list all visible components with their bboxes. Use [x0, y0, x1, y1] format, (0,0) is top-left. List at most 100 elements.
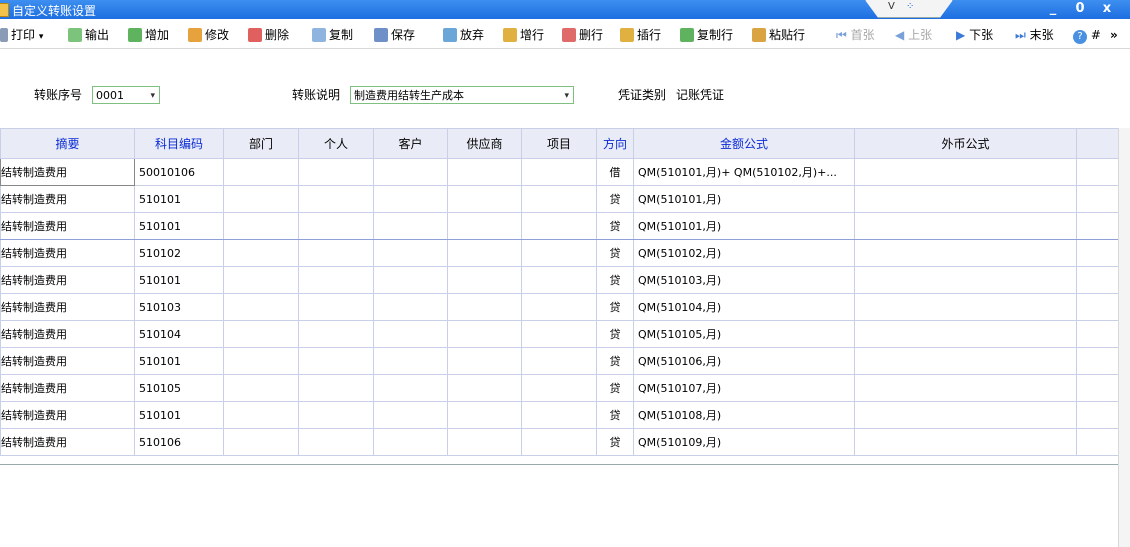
chevron-down-icon[interactable]: ▾	[150, 87, 155, 105]
table-row[interactable]: 结转制造费用 510101 贷 QM(510101,月)	[0, 185, 1119, 213]
cell-project[interactable]	[521, 158, 597, 186]
col-direction[interactable]: 方向	[596, 128, 634, 159]
add-row-button[interactable]: 增行	[503, 26, 544, 44]
cell-amount-formula[interactable]: QM(510104,月)	[633, 293, 855, 321]
cell-amount-formula[interactable]: QM(510103,月)	[633, 266, 855, 294]
table-row[interactable]: 结转制造费用 510101 贷 QM(510103,月)	[0, 266, 1119, 294]
cell-foreign-formula[interactable]	[854, 158, 1077, 186]
cell-customer[interactable]	[373, 239, 448, 267]
cell-amount-formula[interactable]: QM(510101,月)	[633, 212, 855, 240]
cell-project[interactable]	[521, 320, 597, 348]
cell-person[interactable]	[298, 158, 374, 186]
table-row[interactable]: 结转制造费用 510102 贷 QM(510102,月)	[0, 239, 1119, 267]
cell-account-code[interactable]: 510105	[134, 374, 224, 402]
cell-supplier[interactable]	[447, 428, 522, 456]
cell-summary[interactable]: 结转制造费用	[0, 158, 135, 186]
cell-direction[interactable]: 借	[596, 158, 634, 186]
cell-extra[interactable]	[1076, 374, 1119, 402]
cell-extra[interactable]	[1076, 158, 1119, 186]
cell-foreign-formula[interactable]	[854, 185, 1077, 213]
close-button[interactable]: x	[1098, 1, 1116, 16]
cell-summary[interactable]: 结转制造费用	[0, 239, 135, 267]
table-row[interactable]: 结转制造费用 510101 贷 QM(510106,月)	[0, 347, 1119, 375]
delete-button[interactable]: 删除	[248, 26, 289, 44]
cell-direction[interactable]: 贷	[596, 320, 634, 348]
cell-customer[interactable]	[373, 266, 448, 294]
cell-account-code[interactable]: 510104	[134, 320, 224, 348]
cell-department[interactable]	[223, 158, 299, 186]
print-button[interactable]: 打印 ▾	[0, 26, 43, 44]
dropdown-caret-icon[interactable]: ▾	[39, 32, 44, 42]
discard-button[interactable]: 放弃	[443, 26, 484, 44]
cell-extra[interactable]	[1076, 293, 1119, 321]
table-row[interactable]: 结转制造费用 510101 贷 QM(510108,月)	[0, 401, 1119, 429]
col-foreign-formula[interactable]: 外币公式	[854, 128, 1077, 159]
cell-foreign-formula[interactable]	[854, 320, 1077, 348]
cell-person[interactable]	[298, 293, 374, 321]
cell-amount-formula[interactable]: QM(510105,月)	[633, 320, 855, 348]
cell-customer[interactable]	[373, 428, 448, 456]
cell-project[interactable]	[521, 428, 597, 456]
more-button[interactable]: »	[1110, 26, 1118, 44]
cell-account-code[interactable]: 50010106	[134, 158, 224, 186]
col-summary[interactable]: 摘要	[0, 128, 135, 159]
cell-direction[interactable]: 贷	[596, 212, 634, 240]
cell-department[interactable]	[223, 347, 299, 375]
cell-summary[interactable]: 结转制造费用	[0, 347, 135, 375]
cell-extra[interactable]	[1076, 401, 1119, 429]
cell-foreign-formula[interactable]	[854, 347, 1077, 375]
cell-summary[interactable]: 结转制造费用	[0, 374, 135, 402]
cell-project[interactable]	[521, 374, 597, 402]
copy-button[interactable]: 复制	[312, 26, 353, 44]
cell-foreign-formula[interactable]	[854, 212, 1077, 240]
cell-summary[interactable]: 结转制造费用	[0, 185, 135, 213]
vertical-scrollbar[interactable]	[1118, 128, 1130, 547]
cell-amount-formula[interactable]: QM(510109,月)	[633, 428, 855, 456]
cell-amount-formula[interactable]: QM(510102,月)	[633, 239, 855, 267]
cell-direction[interactable]: 贷	[596, 347, 634, 375]
export-button[interactable]: 输出	[68, 26, 109, 44]
cell-project[interactable]	[521, 293, 597, 321]
cell-foreign-formula[interactable]	[854, 401, 1077, 429]
chevron-down-icon[interactable]: ▾	[564, 87, 569, 105]
cell-supplier[interactable]	[447, 185, 522, 213]
cell-extra[interactable]	[1076, 212, 1119, 240]
help-button[interactable]: ? #	[1073, 26, 1101, 44]
cell-customer[interactable]	[373, 185, 448, 213]
table-row[interactable]: 结转制造费用 510103 贷 QM(510104,月)	[0, 293, 1119, 321]
cell-direction[interactable]: 贷	[596, 239, 634, 267]
cell-department[interactable]	[223, 266, 299, 294]
cell-summary[interactable]: 结转制造费用	[0, 212, 135, 240]
cell-person[interactable]	[298, 320, 374, 348]
cell-person[interactable]	[298, 428, 374, 456]
cell-customer[interactable]	[373, 401, 448, 429]
cell-foreign-formula[interactable]	[854, 293, 1077, 321]
cell-amount-formula[interactable]: QM(510101,月)+ QM(510102,月)+...	[633, 158, 855, 186]
cell-supplier[interactable]	[447, 239, 522, 267]
cell-foreign-formula[interactable]	[854, 239, 1077, 267]
cell-summary[interactable]: 结转制造费用	[0, 428, 135, 456]
cell-direction[interactable]: 贷	[596, 401, 634, 429]
col-supplier[interactable]: 供应商	[447, 128, 522, 159]
table-row[interactable]: 结转制造费用 510101 贷 QM(510101,月)	[0, 212, 1119, 240]
col-person[interactable]: 个人	[298, 128, 374, 159]
cell-customer[interactable]	[373, 374, 448, 402]
cell-customer[interactable]	[373, 320, 448, 348]
cell-department[interactable]	[223, 185, 299, 213]
cell-summary[interactable]: 结转制造费用	[0, 266, 135, 294]
cell-department[interactable]	[223, 401, 299, 429]
cell-supplier[interactable]	[447, 374, 522, 402]
cell-account-code[interactable]: 510106	[134, 428, 224, 456]
first-button[interactable]: ⏮ 首张	[836, 26, 875, 44]
cell-department[interactable]	[223, 320, 299, 348]
cell-customer[interactable]	[373, 212, 448, 240]
col-account-code[interactable]: 科目编码	[134, 128, 224, 159]
cell-department[interactable]	[223, 212, 299, 240]
paste-row-button[interactable]: 粘贴行	[752, 26, 805, 44]
cell-direction[interactable]: 贷	[596, 374, 634, 402]
cell-supplier[interactable]	[447, 266, 522, 294]
cell-account-code[interactable]: 510101	[134, 401, 224, 429]
cell-amount-formula[interactable]: QM(510101,月)	[633, 185, 855, 213]
cell-person[interactable]	[298, 185, 374, 213]
cell-account-code[interactable]: 510101	[134, 212, 224, 240]
